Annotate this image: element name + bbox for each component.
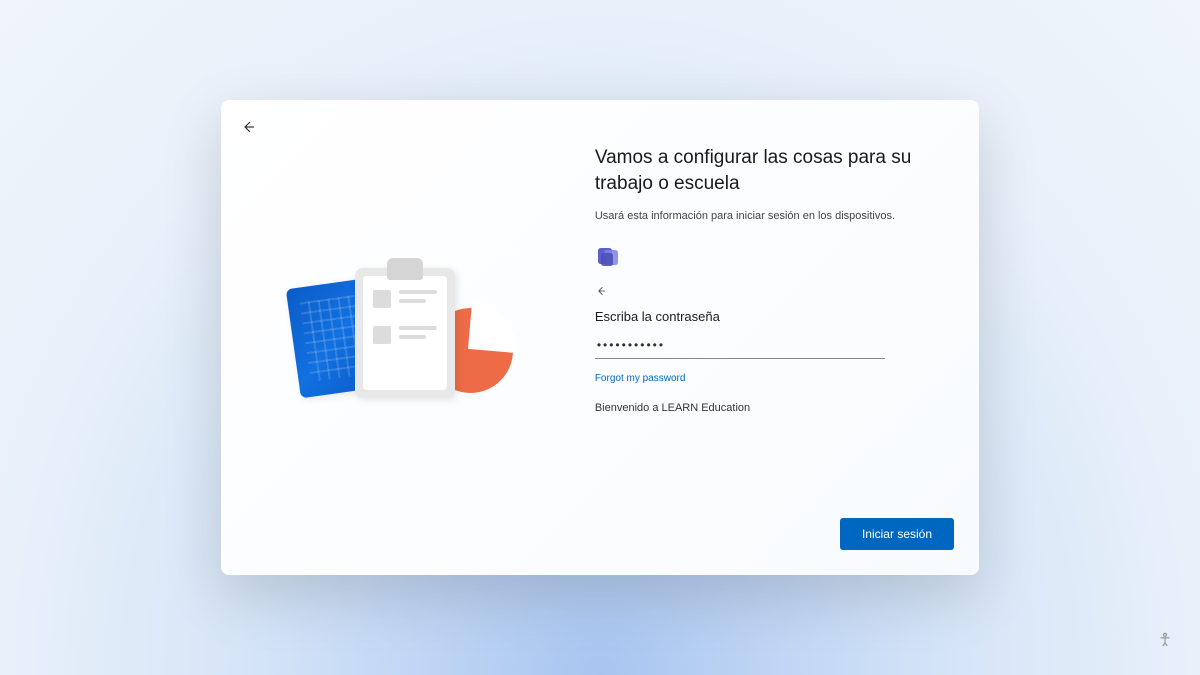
welcome-message: Bienvenido a LEARN Education [595, 402, 944, 414]
signin-button[interactable]: Iniciar sesión [840, 518, 954, 550]
setup-dialog: Vamos a configurar las cosas para su tra… [221, 100, 979, 575]
clipboard-icon [355, 258, 455, 398]
back-button[interactable] [236, 115, 260, 139]
action-bar: Iniciar sesión [840, 518, 954, 550]
arrow-left-icon [595, 285, 607, 297]
forgot-password-link[interactable]: Forgot my password [595, 373, 944, 384]
org-logo-icon [595, 247, 619, 267]
password-input[interactable] [595, 334, 885, 359]
form-panel: Vamos a configurar las cosas para su tra… [585, 100, 979, 575]
arrow-left-icon [240, 119, 256, 135]
illustration-panel [221, 100, 585, 575]
page-subtitle: Usará esta información para iniciar sesi… [595, 210, 944, 222]
accessibility-icon[interactable] [1156, 631, 1176, 651]
password-label: Escriba la contraseña [595, 309, 944, 324]
work-school-illustration [293, 248, 513, 428]
page-title: Vamos a configurar las cosas para su tra… [595, 145, 944, 196]
form-back-button[interactable] [595, 285, 944, 297]
